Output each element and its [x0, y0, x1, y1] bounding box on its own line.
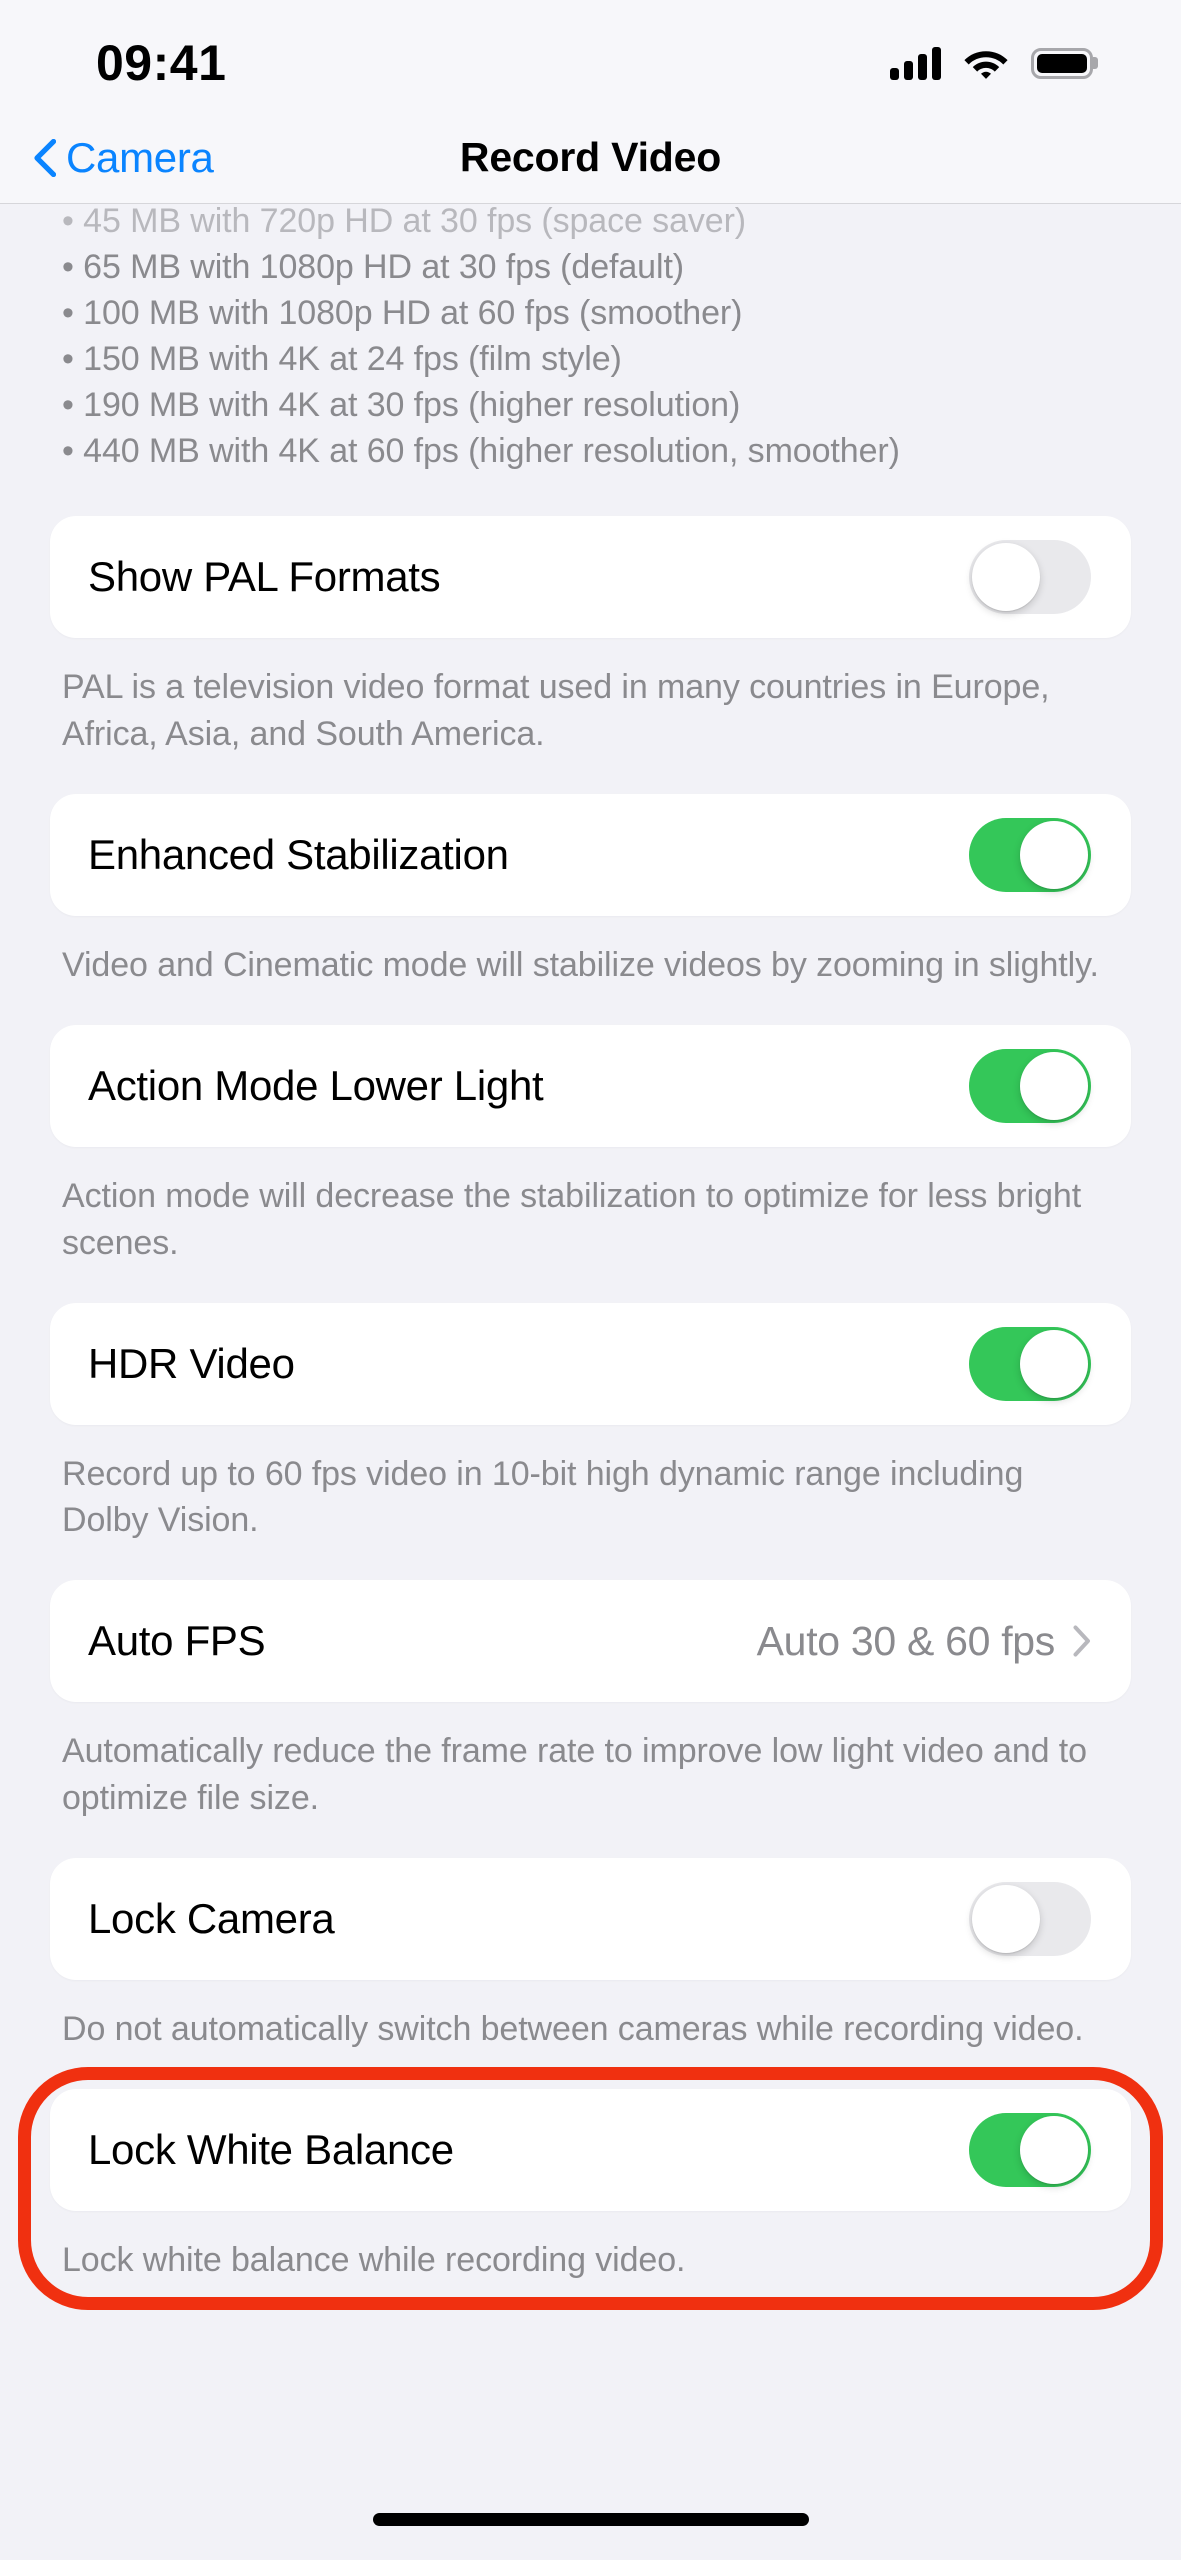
- footer-auto-fps: Automatically reduce the frame rate to i…: [62, 1732, 1087, 1818]
- setting-group-lock-white-balance: Lock White Balance: [50, 2089, 1131, 2212]
- settings-scroll-view[interactable]: • 45 MB with 720p HD at 30 fps (space sa…: [0, 204, 1181, 2560]
- footer-lock-white-balance: Lock white balance while recording video…: [62, 2241, 686, 2280]
- bullet-item: • 440 MB with 4K at 60 fps (higher resol…: [62, 432, 900, 470]
- battery-icon: [1031, 47, 1093, 79]
- bullet-item: • 65 MB with 1080p HD at 30 fps (default…: [62, 248, 685, 286]
- status-bar: 09:41: [0, 0, 1181, 112]
- auto-fps-value-group: Auto 30 & 60 fps: [757, 1618, 1091, 1665]
- back-button[interactable]: Camera: [34, 134, 214, 182]
- highlighted-setting-lock-white-balance: Lock White Balance Lock white balance wh…: [0, 2067, 1181, 2310]
- footer-enhanced-stabilization: Video and Cinematic mode will stabilize …: [62, 945, 1099, 984]
- setting-row-show-pal-formats[interactable]: Show PAL Formats: [50, 516, 1131, 638]
- wifi-icon: [963, 46, 1009, 80]
- home-indicator[interactable]: [372, 2513, 809, 2526]
- chevron-left-icon: [34, 138, 56, 177]
- setting-group-action-mode-lower-light: Action Mode Lower Light: [50, 1024, 1131, 1147]
- setting-label: Lock Camera: [88, 1895, 335, 1943]
- iphone-screen: 09:41 Camera Record Video • 45 MB with 7…: [0, 0, 1181, 2560]
- setting-row-lock-white-balance[interactable]: Lock White Balance: [50, 2089, 1131, 2211]
- status-bar-time: 09:41: [96, 35, 227, 91]
- navigation-bar: Camera Record Video: [0, 112, 1181, 204]
- setting-group-hdr-video: HDR Video: [50, 1302, 1131, 1425]
- setting-row-enhanced-stabilization[interactable]: Enhanced Stabilization: [50, 794, 1131, 916]
- setting-label: Lock White Balance: [88, 2126, 454, 2174]
- enhanced-stabilization-toggle[interactable]: [969, 817, 1091, 892]
- setting-label: Enhanced Stabilization: [88, 830, 509, 878]
- setting-group-auto-fps: Auto FPS Auto 30 & 60 fps: [50, 1580, 1131, 1703]
- auto-fps-value: Auto 30 & 60 fps: [756, 1617, 1056, 1664]
- action-mode-lower-light-toggle[interactable]: [969, 1048, 1091, 1123]
- footer-show-pal-formats: PAL is a television video format used in…: [62, 668, 1050, 753]
- setting-label: Action Mode Lower Light: [88, 1061, 544, 1109]
- setting-row-hdr-video[interactable]: HDR Video: [50, 1303, 1131, 1425]
- show-pal-formats-toggle[interactable]: [969, 540, 1091, 614]
- bullet-item: • 190 MB with 4K at 30 fps (higher resol…: [62, 386, 741, 424]
- bullet-item: • 100 MB with 1080p HD at 60 fps (smooth…: [62, 294, 743, 332]
- setting-label: Show PAL Formats: [88, 553, 441, 600]
- setting-row-auto-fps[interactable]: Auto FPS Auto 30 & 60 fps: [50, 1580, 1131, 1702]
- footer-action-mode-lower-light: Action mode will decrease the stabilizat…: [62, 1176, 1082, 1262]
- bullet-item: • 150 MB with 4K at 24 fps (film style): [62, 340, 622, 378]
- setting-row-action-mode-lower-light[interactable]: Action Mode Lower Light: [50, 1025, 1131, 1147]
- footer-lock-camera: Do not automatically switch between came…: [62, 2010, 1084, 2049]
- cellular-signal-icon: [890, 46, 941, 80]
- lock-white-balance-toggle[interactable]: [969, 2113, 1091, 2188]
- setting-group-enhanced-stabilization: Enhanced Stabilization: [50, 793, 1131, 916]
- bullet-item: • 45 MB with 720p HD at 30 fps (space sa…: [62, 204, 747, 240]
- setting-label: HDR Video: [88, 1339, 295, 1387]
- hdr-video-toggle[interactable]: [969, 1326, 1091, 1401]
- back-button-label: Camera: [66, 133, 214, 181]
- video-size-bullet-list: • 45 MB with 720p HD at 30 fps (space sa…: [0, 204, 1181, 474]
- setting-group-show-pal-formats: Show PAL Formats: [50, 516, 1131, 638]
- chevron-right-icon: [1073, 1625, 1091, 1657]
- setting-label: Auto FPS: [88, 1617, 266, 1665]
- setting-row-lock-camera[interactable]: Lock Camera: [50, 1858, 1131, 1980]
- footer-hdr-video: Record up to 60 fps video in 10-bit high…: [62, 1454, 1024, 1540]
- lock-camera-toggle[interactable]: [969, 1882, 1091, 1957]
- status-bar-icons: [890, 46, 1093, 80]
- setting-group-lock-camera: Lock Camera: [50, 1858, 1131, 1981]
